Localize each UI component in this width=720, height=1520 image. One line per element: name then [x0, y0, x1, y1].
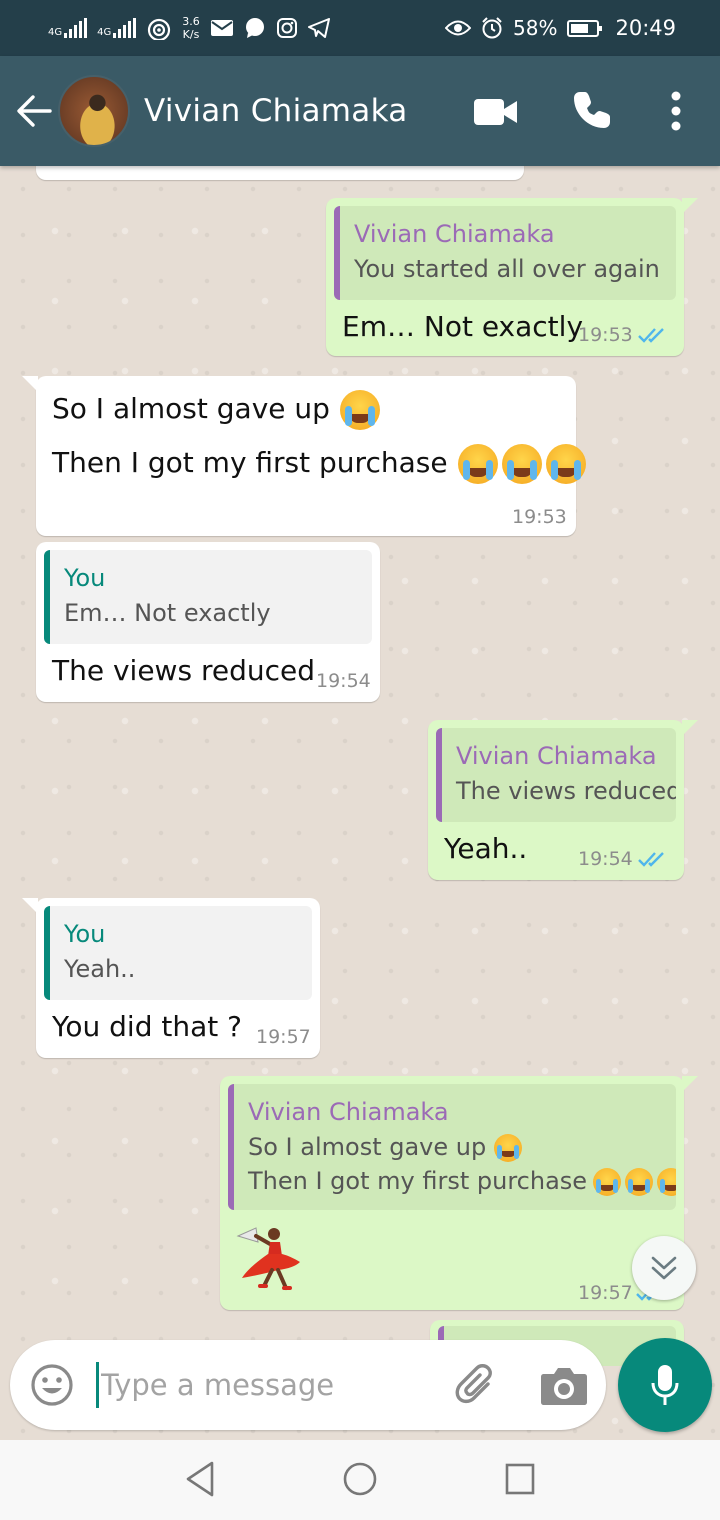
quoted-message[interactable]: Vivian Chiamaka The views reduced: [436, 728, 676, 822]
message-time: 19:54: [316, 670, 371, 692]
crying-face-emoji: [657, 1168, 676, 1196]
microphone-icon: [651, 1365, 679, 1405]
emoji-icon[interactable]: [30, 1363, 74, 1407]
video-call-icon[interactable]: [474, 97, 518, 127]
message-composer: [10, 1340, 606, 1430]
avatar[interactable]: [58, 75, 130, 147]
system-nav-bar: [0, 1440, 720, 1520]
eye-icon: [445, 20, 472, 36]
quoted-message[interactable]: Vivian Chiamaka You started all over aga…: [334, 206, 676, 300]
quoted-message[interactable]: You Yeah..: [44, 906, 312, 1000]
outgoing-message[interactable]: Vivian Chiamaka So I almost gave up Then…: [220, 1076, 698, 1310]
quote-author: You: [64, 564, 106, 592]
instagram-icon: [276, 18, 297, 38]
message-input[interactable]: [96, 1362, 436, 1408]
partial-message-bubble[interactable]: [36, 166, 524, 180]
alarm-icon: [482, 17, 502, 39]
outgoing-message[interactable]: Vivian Chiamaka You started all over aga…: [326, 198, 698, 356]
message-text: The views reduced: [52, 654, 315, 687]
mail-icon: [210, 20, 233, 36]
scroll-to-bottom-button[interactable]: [632, 1236, 696, 1300]
nav-home-icon[interactable]: [342, 1460, 378, 1498]
signal-icon: 4G: [48, 18, 88, 38]
crying-face-emoji: [339, 390, 380, 430]
quote-line: So I almost gave up: [248, 1130, 662, 1164]
battery-icon: [567, 19, 603, 37]
dancer-emoji: [236, 1227, 300, 1290]
clock: 20:49: [615, 16, 676, 40]
crying-face-emoji: [545, 444, 586, 484]
quote-author: Vivian Chiamaka: [456, 742, 657, 770]
network-type-2: 4G: [97, 27, 112, 38]
quote-author: Vivian Chiamaka: [248, 1098, 449, 1126]
message-time: 19:53: [578, 324, 633, 346]
camera-icon[interactable]: [540, 1364, 588, 1406]
incoming-message[interactable]: You Em… Not exactly The views reduced 19…: [36, 542, 380, 702]
incoming-message[interactable]: You Yeah.. You did that ? 19:57: [22, 898, 320, 1058]
message-time: 19:57: [578, 1282, 633, 1304]
message-line: Then I got my first purchase: [52, 444, 586, 484]
back-arrow-icon: [17, 95, 52, 127]
message-time: 19:54: [578, 848, 633, 870]
quote-author: You: [64, 920, 106, 948]
message-time: 19:53: [512, 506, 567, 528]
read-ticks-icon: [638, 852, 664, 867]
wifi-hotspot-icon: [148, 18, 171, 40]
crying-face-emoji: [593, 1168, 622, 1196]
quote-author: Vivian Chiamaka: [354, 220, 555, 248]
status-bar: 4G 4G 3.6 K/s 58% 20:49: [0, 0, 720, 56]
phone-icon[interactable]: [572, 90, 612, 130]
quote-text: Yeah..: [64, 955, 136, 983]
quoted-message[interactable]: Vivian Chiamaka So I almost gave up Then…: [228, 1084, 676, 1210]
double-chevron-down-icon: [651, 1256, 677, 1280]
message-text: Em… Not exactly: [342, 310, 584, 343]
incoming-message[interactable]: So I almost gave up Then I got my first …: [22, 376, 586, 536]
outgoing-message[interactable]: Vivian Chiamaka The views reduced Yeah..…: [428, 720, 698, 880]
telegram-icon: [307, 18, 330, 38]
crying-face-emoji: [625, 1168, 654, 1196]
back-button[interactable]: [14, 91, 54, 131]
quote-text: You started all over again: [354, 255, 660, 283]
nav-back-icon[interactable]: [184, 1460, 216, 1498]
quote-text: The views reduced: [456, 777, 676, 805]
message-line: So I almost gave up: [52, 390, 380, 430]
voice-message-button[interactable]: [618, 1338, 712, 1432]
attach-icon[interactable]: [454, 1362, 500, 1408]
chat-bubble-icon: [245, 18, 264, 38]
network-type-1: 4G: [48, 27, 63, 38]
crying-face-emoji: [457, 444, 498, 484]
more-vert-icon[interactable]: [670, 91, 682, 131]
battery-percent: 58%: [513, 16, 558, 40]
quote-line: Then I got my first purchase: [248, 1164, 676, 1198]
quoted-message[interactable]: You Em… Not exactly: [44, 550, 372, 644]
crying-face-emoji: [501, 444, 542, 484]
nav-recents-icon[interactable]: [504, 1460, 536, 1498]
chat-header: Vivian Chiamaka: [0, 56, 720, 166]
crying-face-emoji: [494, 1134, 523, 1162]
read-ticks-icon: [638, 328, 664, 343]
contact-name[interactable]: Vivian Chiamaka: [144, 93, 408, 129]
network-speed: 3.6 K/s: [182, 15, 200, 41]
chat-area[interactable]: Vivian Chiamaka You started all over aga…: [0, 166, 720, 1440]
signal-icon-2: 4G: [97, 18, 137, 38]
message-text: Yeah..: [444, 832, 528, 865]
message-time: 19:57: [256, 1026, 311, 1048]
message-text: You did that ?: [52, 1010, 243, 1043]
quote-text: Em… Not exactly: [64, 599, 271, 627]
